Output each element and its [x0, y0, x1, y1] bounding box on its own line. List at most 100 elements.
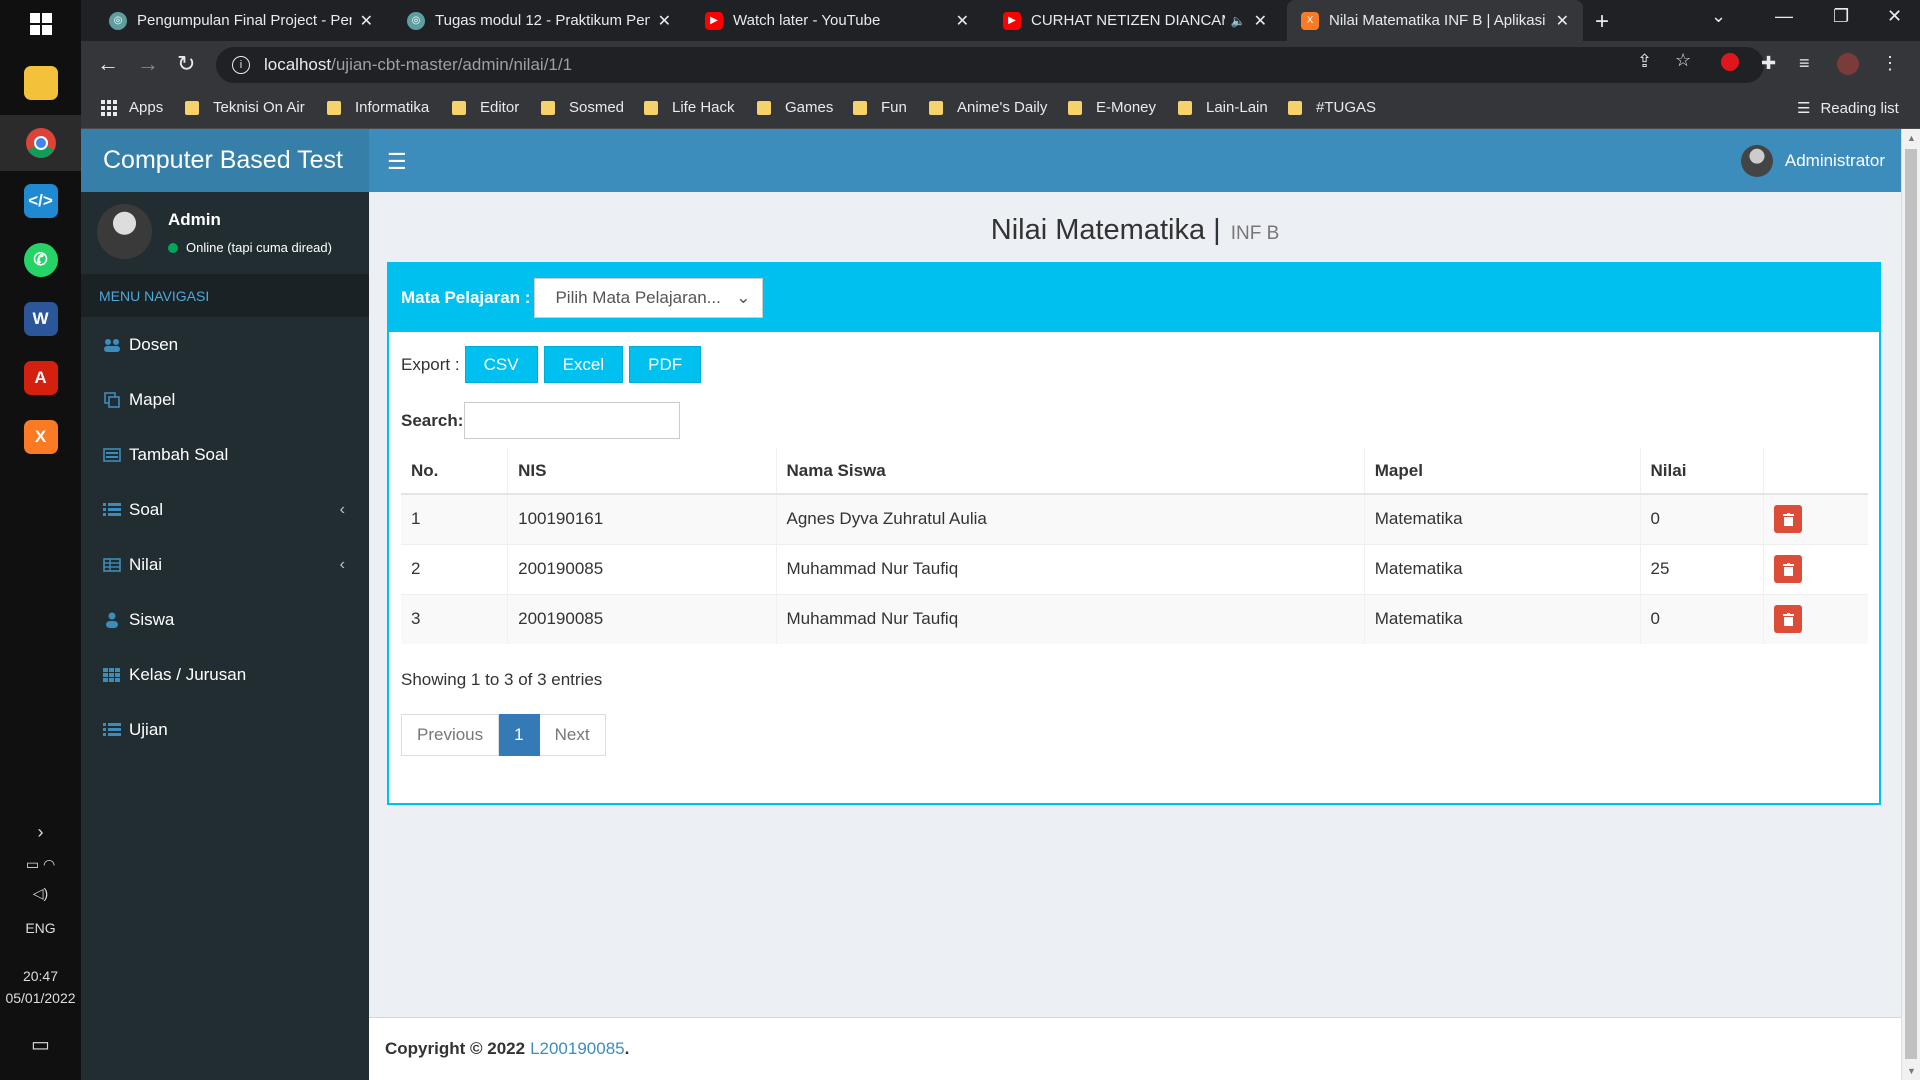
menu-dots-icon[interactable]: ⋮ [1881, 53, 1899, 74]
browser-tab[interactable]: ▶ CURHAT NETIZEN DIANCAM 🔈 ✕ [989, 0, 1281, 41]
table-icon [103, 557, 121, 573]
scroll-down-icon[interactable]: ▼ [1907, 1066, 1916, 1076]
scroll-up-icon[interactable]: ▲ [1907, 133, 1916, 143]
taskbar-vscode[interactable]: </> [0, 173, 81, 229]
share-icon[interactable]: ⇪ [1637, 51, 1652, 72]
bookmark-folder[interactable]: Informatika [327, 99, 429, 116]
column-header[interactable]: Nilai [1639, 448, 1764, 495]
browser-toolbar: ← → ↻ i localhost/ujian-cbt-master/admin… [81, 41, 1920, 89]
column-header[interactable]: Nama Siswa [775, 448, 1365, 495]
back-icon[interactable]: ← [97, 51, 119, 77]
info-icon[interactable]: i [232, 56, 250, 74]
bookmark-folder[interactable]: Sosmed [541, 99, 624, 116]
volume-icon[interactable]: ◁) [0, 885, 81, 902]
reading-list[interactable]: ☰ Reading list [1797, 99, 1899, 118]
bookmark-folder[interactable]: Lain-Lain [1178, 99, 1268, 116]
delete-button[interactable] [1774, 505, 1803, 534]
list-icon [103, 722, 121, 738]
user-menu[interactable]: Administrator [1740, 145, 1885, 177]
notification-icon[interactable]: ▭ [0, 1032, 81, 1057]
bookmark-folder[interactable]: Life Hack [644, 99, 735, 116]
taskbar-chrome[interactable] [0, 115, 81, 171]
mapel-select[interactable]: Pilih Mata Pelajaran... ⌄ [534, 278, 764, 318]
bookmark-folder[interactable]: Games [757, 99, 833, 116]
bookmark-apps[interactable]: Apps [101, 99, 163, 116]
bookmark-folder[interactable]: #TUGAS [1288, 99, 1376, 116]
windows-start-button[interactable] [0, 0, 81, 48]
taskbar-word[interactable]: W [0, 291, 81, 347]
page-subtitle: INF B [1230, 223, 1280, 244]
footer-link[interactable]: L200190085 [530, 1039, 625, 1059]
battery-network-icon[interactable]: ▭ ◠ [0, 856, 81, 873]
column-header[interactable]: Mapel [1363, 448, 1641, 495]
browser-tab[interactable]: ◎ Pengumpulan Final Project - Pem ✕ [95, 0, 387, 41]
youtube-icon: ▶ [1003, 11, 1021, 30]
media-icon[interactable]: ≡ [1799, 53, 1810, 74]
browser-tab[interactable]: ◎ Tugas modul 12 - Praktikum Pem ✕ [393, 0, 685, 41]
close-icon[interactable]: ✕ [1254, 11, 1267, 31]
star-icon[interactable]: ☆ [1675, 50, 1691, 71]
minimize-button[interactable]: — [1775, 6, 1793, 27]
cell-no: 1 [401, 493, 508, 544]
cell-nilai: 0 [1639, 493, 1764, 544]
taskbar-file-explorer[interactable] [0, 55, 81, 111]
app-logo[interactable]: Computer Based Test [81, 129, 369, 192]
delete-button[interactable] [1774, 555, 1803, 583]
windows-icon [29, 13, 52, 35]
globe-icon: ◎ [407, 11, 425, 30]
speaker-icon[interactable]: 🔈 [1231, 14, 1246, 28]
extension-red-icon[interactable] [1721, 53, 1739, 76]
puzzle-icon[interactable]: ✚ [1761, 53, 1776, 74]
close-icon[interactable]: ✕ [1556, 11, 1569, 31]
clock-date[interactable]: 05/01/2022 [0, 990, 81, 1006]
taskbar-acrobat[interactable]: A [0, 350, 81, 406]
taskbar-whatsapp[interactable]: ✆ [0, 232, 81, 288]
bookmark-folder[interactable]: Fun [853, 99, 907, 116]
clock-time[interactable]: 20:47 [0, 968, 81, 984]
bookmark-folder[interactable]: Teknisi On Air [185, 99, 305, 116]
export-excel-button[interactable]: Excel [543, 346, 624, 383]
sidebar-toggle-icon[interactable]: ☰ [387, 149, 407, 175]
column-header[interactable]: NIS [507, 448, 776, 495]
sidebar-item-siswa[interactable]: Siswa [81, 592, 369, 647]
browser-tab-active[interactable]: X Nilai Matematika INF B | Aplikasi ✕ [1287, 0, 1583, 41]
new-tab-button[interactable]: + [1595, 8, 1609, 36]
sidebar-item-tambah-soal[interactable]: Tambah Soal [81, 427, 369, 482]
search-input[interactable] [464, 402, 681, 439]
sidebar-item-soal[interactable]: Soal ‹ [81, 482, 369, 537]
chevron-right-icon[interactable]: › [0, 822, 81, 843]
export-csv-button[interactable]: CSV [464, 346, 538, 383]
sidebar-item-dosen[interactable]: Dosen [81, 317, 369, 372]
sidebar-item-nilai[interactable]: Nilai ‹ [81, 537, 369, 592]
sidebar-item-ujian[interactable]: Ujian [81, 702, 369, 757]
reload-icon[interactable]: ↻ [177, 51, 195, 77]
th-icon [103, 667, 121, 683]
sidebar-item-kelas-jurusan[interactable]: Kelas / Jurusan [81, 647, 369, 702]
bookmark-folder[interactable]: Anime's Daily [929, 99, 1047, 116]
table-row: 1 100190161 Agnes Dyva Zuhratul Aulia Ma… [401, 493, 1868, 544]
profile-avatar[interactable] [1837, 53, 1859, 80]
close-icon[interactable]: ✕ [360, 11, 373, 31]
browser-tab[interactable]: ▶ Watch later - YouTube ✕ [691, 0, 983, 41]
scrollbar-thumb[interactable] [1905, 149, 1917, 1059]
page-scrollbar[interactable]: ▲ ▼ [1901, 129, 1920, 1080]
folder-icon [1068, 100, 1082, 115]
close-window-button[interactable]: ✕ [1887, 6, 1902, 27]
taskbar-xampp[interactable]: X [0, 409, 81, 465]
restore-button[interactable]: ❐ [1833, 6, 1849, 27]
bookmark-folder[interactable]: Editor [452, 99, 519, 116]
close-icon[interactable]: ✕ [658, 11, 671, 31]
pagination-next[interactable]: Next [539, 714, 606, 756]
export-pdf-button[interactable]: PDF [629, 346, 702, 383]
language-indicator[interactable]: ENG [0, 920, 81, 936]
pagination-previous[interactable]: Previous [401, 714, 500, 756]
sidebar-item-mapel[interactable]: Mapel [81, 372, 369, 427]
forward-icon[interactable]: → [137, 51, 159, 77]
bookmark-folder[interactable]: E-Money [1068, 99, 1156, 116]
delete-button[interactable] [1774, 605, 1803, 634]
pagination-page-current[interactable]: 1 [499, 714, 540, 756]
column-header[interactable]: No. [401, 448, 508, 495]
address-bar[interactable]: i localhost/ujian-cbt-master/admin/nilai… [216, 47, 1764, 83]
tab-search-icon[interactable]: ⌄ [1711, 6, 1726, 27]
close-icon[interactable]: ✕ [956, 11, 969, 31]
